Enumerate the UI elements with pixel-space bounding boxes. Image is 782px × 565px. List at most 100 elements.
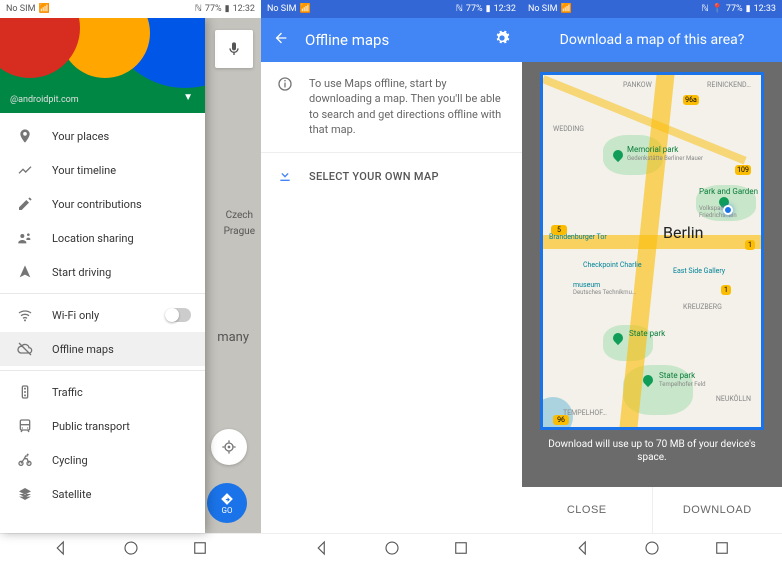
selection-box[interactable]: PANKOW REINICKEND… WEDDING 96a 109 96 5 … [540,72,764,430]
signal-icon: 📶 [299,4,310,14]
recents-button[interactable] [713,539,731,561]
sidebar-item-your-contributions[interactable]: Your contributions [0,187,205,221]
download-button[interactable]: DOWNLOAD [653,487,782,533]
sidebar-item-label: Cycling [52,454,88,467]
map-label-prague: Prague [224,226,255,237]
system-nav-bar [522,533,782,565]
map-poi-label: State park [629,329,665,338]
map-poi-sublabel: Gedenkstätte Berliner Mauer [627,155,703,162]
edit-icon [14,193,36,215]
map-poi-sublabel: Deutsches Technikmu… [573,289,636,296]
recents-button[interactable] [191,539,209,561]
sidebar-item-wifi-only[interactable]: Wi-Fi only [0,298,205,332]
back-button[interactable] [313,539,331,561]
clock: 12:33 [754,4,776,14]
clock: 12:32 [233,4,255,14]
divider [0,293,205,294]
home-button[interactable] [643,539,661,561]
location-icon: 📍 [712,4,723,14]
app-bar: Download a map of this area? [522,18,782,62]
nfc-icon: ℕ [195,4,202,14]
location-sharing-icon [14,227,36,249]
signal-icon: 📶 [38,4,49,14]
select-own-map-button[interactable]: SELECT YOUR OWN MAP [261,153,522,201]
battery-icon: ▮ [746,4,751,14]
wifi-icon [14,304,36,326]
voice-search-button[interactable] [215,30,253,68]
map-label-many: many [217,330,249,345]
battery-percent: 77% [726,4,743,14]
signal-icon: 📶 [560,4,571,14]
select-own-map-label: SELECT YOUR OWN MAP [309,170,439,183]
map-poi-sublabel: Tempelhofer Feld [659,381,705,388]
sidebar-item-satellite[interactable]: Satellite [0,477,205,511]
home-button[interactable] [122,539,140,561]
go-button[interactable]: GO [207,483,247,523]
highway-shield: 1 [721,285,731,295]
current-location-dot [723,205,733,215]
battery-percent: 77% [205,4,222,14]
home-button[interactable] [383,539,401,561]
back-button[interactable] [52,539,70,561]
system-nav-bar [0,533,261,565]
sidebar-item-public-transport[interactable]: Public transport [0,409,205,443]
sidebar-item-location-sharing[interactable]: Location sharing [0,221,205,255]
crosshair-icon [221,439,237,455]
transit-icon [14,415,36,437]
info-icon [277,76,293,138]
map-poi-label: Checkpoint Charlie [583,261,642,269]
map-label: KREUZBERG [683,303,722,311]
sidebar-item-traffic[interactable]: Traffic [0,375,205,409]
nfc-icon: ℕ [701,4,708,14]
account-handle: @androidpit.com [10,95,79,105]
wifi-only-toggle[interactable] [165,308,191,322]
info-text: To use Maps offline, start by downloadin… [309,76,506,138]
status-bar: No SIM📶 ℕ77%▮12:32 [261,0,522,18]
drawer-header[interactable]: @androidpit.com ▼ [0,18,205,113]
highway-shield: 109 [735,165,751,175]
back-button[interactable] [273,30,289,50]
sim-status: No SIM [528,4,557,14]
cloud-off-icon [14,338,36,360]
directions-icon [220,492,234,506]
map-label: NEUKÖLLN [716,395,751,403]
sidebar-item-label: Your contributions [52,198,142,211]
sidebar-item-label: Public transport [52,420,130,433]
page-title: Offline maps [305,31,494,49]
map-label: WEDDING [553,125,584,133]
sidebar-item-label: Start driving [52,266,111,279]
map-poi-label: museum [573,281,600,289]
info-banner: To use Maps offline, start by downloadin… [261,62,522,153]
map-label-czech: Czech [226,210,253,221]
map-label: PANKOW [623,81,652,89]
sidebar-item-label: Offline maps [52,343,114,356]
map-label: REINICKEND… [707,81,751,89]
divider [0,370,205,371]
sim-status: No SIM [6,4,35,14]
back-button[interactable] [574,539,592,561]
close-button[interactable]: CLOSE [522,487,652,533]
map-poi-label: State park [659,371,695,380]
settings-button[interactable] [494,30,510,50]
sidebar-item-label: Wi-Fi only [52,309,99,322]
recents-button[interactable] [452,539,470,561]
sidebar-item-offline-maps[interactable]: Offline maps [0,332,205,366]
sidebar-item-cycling[interactable]: Cycling [0,443,205,477]
map-poi-label: Park and Garden [699,187,759,196]
highway-shield: 1 [745,240,755,250]
sidebar-item-your-places[interactable]: Your places [0,119,205,153]
sidebar-item-start-driving[interactable]: Start driving [0,255,205,289]
battery-icon: ▮ [225,4,230,14]
dialog-actions: CLOSE DOWNLOAD [522,487,782,533]
download-icon [277,167,293,187]
nfc-icon: ℕ [456,4,463,14]
map-label: TEMPELHOF… [563,409,607,417]
system-nav-bar [261,533,522,565]
my-location-button[interactable] [211,429,247,465]
map-city-label: Berlin [663,223,704,242]
navigation-drawer: @androidpit.com ▼ Your places Your timel… [0,18,205,533]
map-viewport[interactable]: PANKOW REINICKEND… WEDDING 96a 109 96 5 … [522,62,782,487]
offline-maps-body: To use Maps offline, start by downloadin… [261,62,522,533]
navigation-icon [14,261,36,283]
sidebar-item-your-timeline[interactable]: Your timeline [0,153,205,187]
